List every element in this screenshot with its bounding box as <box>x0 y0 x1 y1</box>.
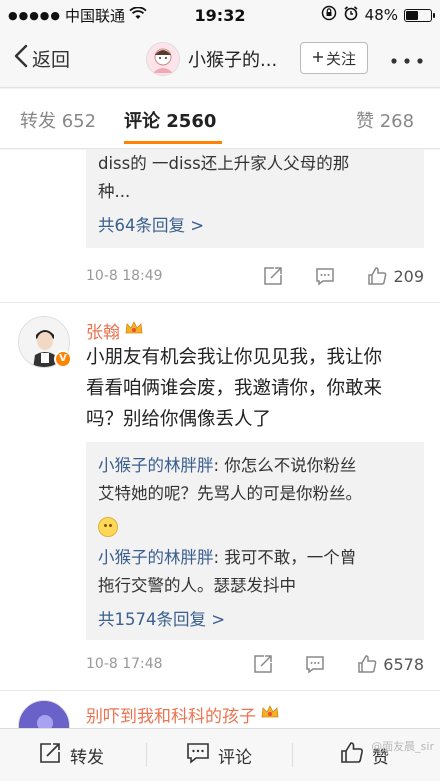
reply-box[interactable]: 小猴子的林胖胖: 你怎么不说你粉丝 艾特她的呢？先骂人的可是你粉丝。 小猴子的林… <box>86 442 424 640</box>
comment-actions: 209 <box>263 266 424 286</box>
comment-meta: 10-8 18:49 209 <box>86 262 424 290</box>
comment-line: 吗？别给你偶像丢人了 <box>86 409 272 430</box>
comment-icon[interactable] <box>305 654 325 674</box>
chevron-left-icon <box>14 44 28 73</box>
comment-list[interactable]: diss的 一diss还上升家人父母的那 种... 共64条回复 > 10-8 … <box>0 150 440 728</box>
battery-icon <box>404 8 435 22</box>
tab-repost[interactable]: 转发 652 <box>20 107 96 133</box>
comment-time: 10-8 18:49 <box>86 268 163 284</box>
comment-actions: 6578 <box>253 654 424 674</box>
reply-box[interactable]: diss的 一diss还上升家人父母的那 种... 共64条回复 > <box>86 150 424 248</box>
separator <box>146 743 147 767</box>
back-label: 返回 <box>32 49 71 71</box>
comment-username[interactable]: 别吓到我和科科的孩子 <box>86 702 280 727</box>
follow-label: 关注 <box>325 49 356 68</box>
alarm-icon <box>343 5 359 25</box>
comment-line: 看看咱俩谁会废，我邀请你，你敢来 <box>86 378 383 399</box>
rotation-lock-icon <box>321 5 337 25</box>
battery-fill <box>406 10 418 20</box>
comment-button[interactable]: 评论 <box>186 741 252 770</box>
bottom-action-bar: 转发 评论 赞 <box>0 728 440 781</box>
reply-emoji-row <box>98 508 412 538</box>
reply-item[interactable]: 小猴子的林胖胖: 我可不敢，一个曾 <box>98 544 412 572</box>
thumbs-up-icon <box>340 741 364 770</box>
reply-item[interactable]: 小猴子的林胖胖: 你怎么不说你粉丝 <box>98 452 412 480</box>
reply-text: 艾特她的呢？先骂人的可是你粉丝。 <box>98 484 362 503</box>
crown-icon <box>124 320 144 341</box>
repost-icon <box>38 741 62 770</box>
username-label[interactable]: 别吓到我和科科的孩子 <box>86 702 256 727</box>
like-count: 209 <box>393 266 424 286</box>
share-icon[interactable] <box>253 654 273 674</box>
reply-text: 种... <box>98 182 131 201</box>
repost-button[interactable]: 转发 <box>38 741 104 770</box>
tab-comments[interactable]: 评论 2560 <box>124 107 216 133</box>
status-right: 48% <box>321 5 435 25</box>
reply-text: diss的 一diss还上升家人父母的那 <box>98 154 350 173</box>
verified-badge-icon: V <box>54 350 72 368</box>
comment-time: 10-8 17:48 <box>86 656 163 672</box>
comment-username[interactable]: 张翰 <box>86 318 144 343</box>
reply-text: : 你怎么不说你粉丝 <box>213 456 357 475</box>
repost-label: 转发 <box>70 748 104 768</box>
username-label[interactable]: 张翰 <box>86 318 120 343</box>
reply-username[interactable]: 小猴子的林胖胖 <box>98 548 214 567</box>
comment-meta: 10-8 17:48 6578 <box>86 650 424 678</box>
thumbs-up-icon[interactable] <box>367 266 387 286</box>
tab-bar: 转发 652 评论 2560 赞 268 <box>0 89 440 149</box>
nav-avatar[interactable] <box>146 41 180 76</box>
divider <box>0 302 440 303</box>
active-tab-indicator <box>124 141 222 144</box>
like-count: 6578 <box>383 654 424 674</box>
nav-title: 小猴子的... <box>188 49 278 71</box>
nav-bar: 返回 小猴子的... 关注 <box>0 30 440 88</box>
comment-label: 评论 <box>218 748 252 768</box>
smile-emoji-icon <box>98 516 118 537</box>
reply-text: : 我可不敢，一个曾 <box>213 548 357 567</box>
plus-icon <box>312 49 324 67</box>
reply-text: 拖行交警的人。瑟瑟发抖中 <box>98 576 296 595</box>
comment-icon[interactable] <box>315 266 335 286</box>
status-bar: ●●●●● 中国联通 19:32 48% <box>0 0 440 30</box>
comment-line: 小朋友有机会我让你见见我，我让你 <box>86 347 383 368</box>
battery-percent: 48% <box>364 6 398 24</box>
more-replies-link[interactable]: 共64条回复 > <box>98 212 412 240</box>
crown-icon <box>260 704 280 725</box>
more-options-icon[interactable] <box>390 46 424 71</box>
reply-username[interactable]: 小猴子的林胖胖 <box>98 456 214 475</box>
tab-likes[interactable]: 赞 268 <box>356 107 414 133</box>
thumbs-up-icon[interactable] <box>357 654 377 674</box>
divider <box>0 690 440 691</box>
avatar[interactable] <box>18 700 70 728</box>
separator <box>292 743 293 767</box>
comment-body: 小朋友有机会我让你见见我，我让你 看看咱俩谁会废，我邀请你，你敢来 吗？别给你偶… <box>86 342 426 435</box>
back-button[interactable]: 返回 <box>0 44 70 73</box>
share-icon[interactable] <box>263 266 283 286</box>
follow-button[interactable]: 关注 <box>300 42 368 74</box>
nav-user[interactable]: 小猴子的... <box>146 41 278 76</box>
watermark: @面友晨_sir <box>371 740 434 753</box>
comment-icon <box>186 741 210 770</box>
more-replies-link[interactable]: 共1574条回复 > <box>98 606 412 634</box>
